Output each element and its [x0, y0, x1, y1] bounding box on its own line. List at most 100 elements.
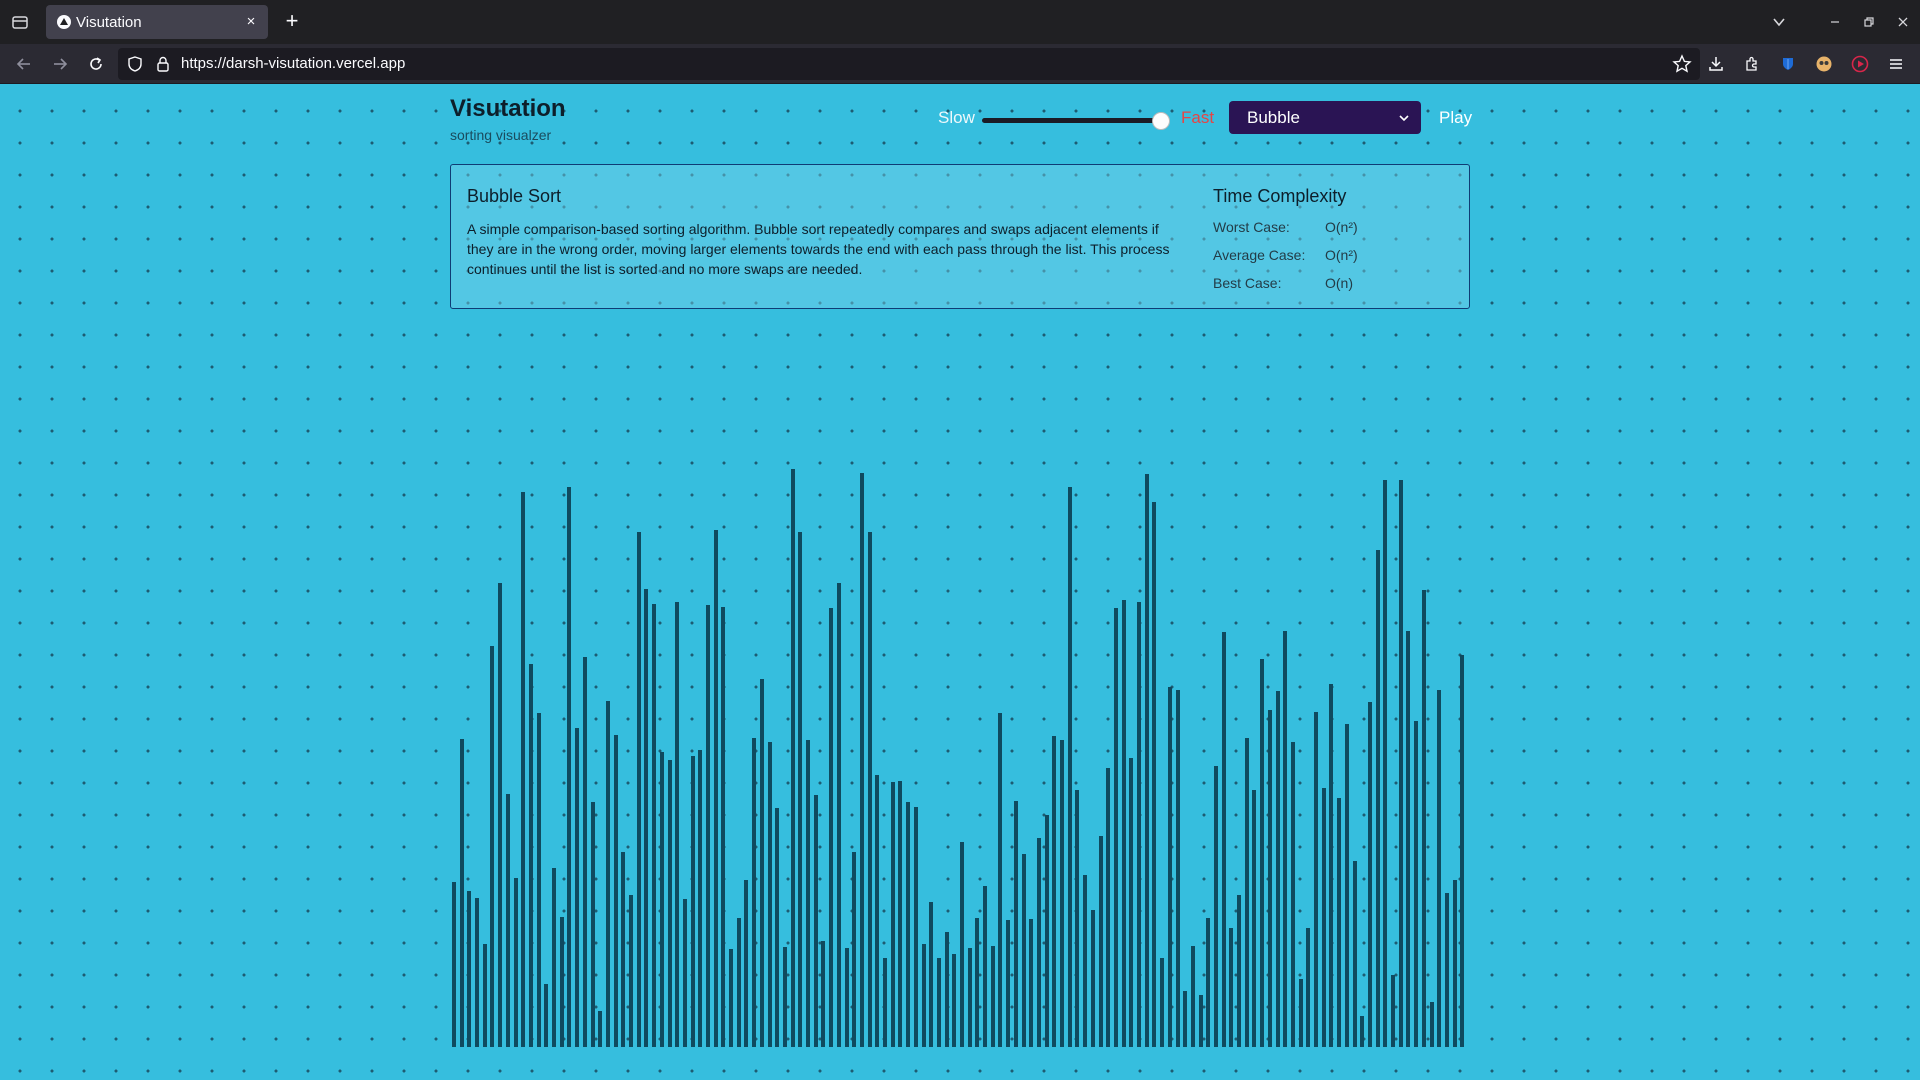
array-bar — [1329, 684, 1334, 1047]
array-bar — [706, 605, 710, 1047]
speed-slider[interactable] — [982, 111, 1170, 131]
tab-list-icon[interactable] — [8, 11, 32, 33]
profile-avatar-icon[interactable] — [1806, 44, 1842, 84]
new-tab-button[interactable]: + — [280, 10, 304, 34]
page-content: Visutation sorting visualzer Slow Fast B… — [0, 85, 1920, 1080]
array-bar — [967, 948, 972, 1047]
algorithm-name: Bubble Sort — [467, 186, 562, 206]
array-bar — [1252, 790, 1257, 1047]
shield-icon[interactable] — [126, 55, 144, 73]
array-bar — [1367, 702, 1372, 1047]
worst-case-label: Worst Case: — [1213, 219, 1290, 235]
array-bar — [682, 899, 687, 1047]
array-bar — [667, 760, 672, 1047]
bitwarden-extension-icon[interactable] — [1770, 44, 1806, 84]
array-bar — [767, 742, 772, 1047]
bookmark-star-icon[interactable] — [1672, 54, 1692, 74]
array-bar — [1306, 928, 1311, 1047]
array-bar — [544, 984, 549, 1047]
array-bar — [1391, 975, 1396, 1047]
array-bar — [1137, 602, 1142, 1047]
best-case-value: O(n) — [1325, 275, 1353, 291]
browser-tab[interactable]: Visutation × — [46, 5, 268, 39]
array-bar — [1444, 893, 1449, 1047]
lock-icon[interactable] — [154, 55, 172, 73]
array-bar — [582, 657, 587, 1047]
array-bar — [890, 782, 895, 1047]
array-bar — [721, 607, 726, 1047]
recording-extension-icon[interactable] — [1842, 44, 1878, 84]
menu-hamburger-icon[interactable] — [1878, 44, 1914, 84]
downloads-icon[interactable] — [1698, 44, 1734, 84]
close-window-icon[interactable] — [1886, 0, 1920, 44]
algorithm-description: A simple comparison-based sorting algori… — [467, 221, 1170, 277]
list-all-tabs-icon[interactable] — [1762, 0, 1796, 44]
array-bar — [598, 1011, 603, 1047]
array-bar — [752, 738, 757, 1047]
average-case-value: O(n²) — [1325, 247, 1358, 263]
array-bar — [567, 487, 572, 1047]
array-bar — [652, 604, 657, 1047]
array-bar — [852, 852, 857, 1047]
minimize-icon[interactable] — [1818, 0, 1852, 44]
array-bar — [1229, 928, 1234, 1047]
array-bar — [983, 886, 988, 1047]
array-bar — [1075, 790, 1080, 1047]
array-bar — [813, 795, 818, 1047]
array-bar — [1044, 815, 1049, 1047]
array-bar — [1144, 474, 1149, 1047]
array-bar — [1352, 861, 1357, 1047]
slider-track[interactable] — [982, 118, 1164, 123]
average-case-label: Average Case: — [1213, 247, 1306, 263]
array-bar — [1036, 838, 1041, 1047]
app-title: Visutation — [450, 95, 566, 122]
slider-thumb[interactable] — [1152, 112, 1170, 130]
browser-tab-bar: Visutation × + — [0, 0, 1920, 44]
array-bar — [1167, 687, 1172, 1047]
array-bar — [1421, 590, 1426, 1047]
array-bar — [1383, 480, 1388, 1047]
forward-arrow-icon[interactable] — [47, 52, 73, 76]
array-bars-visualization — [452, 469, 1468, 1047]
vercel-favicon-icon — [57, 15, 71, 29]
back-arrow-icon[interactable] — [11, 52, 37, 76]
chevron-down-icon[interactable] — [1397, 111, 1411, 125]
array-bar — [528, 664, 533, 1047]
tab-close-icon[interactable]: × — [242, 13, 260, 31]
algorithm-select[interactable]: Bubble — [1229, 101, 1421, 134]
reload-icon[interactable] — [83, 52, 109, 76]
array-bar — [729, 949, 734, 1047]
array-bar — [1344, 724, 1349, 1047]
array-bar — [821, 941, 826, 1047]
array-bar — [975, 918, 980, 1047]
array-bar — [1221, 632, 1226, 1047]
url-text[interactable]: https://darsh-visutation.vercel.app — [181, 55, 405, 72]
play-button[interactable]: Play — [1439, 108, 1472, 128]
array-bar — [1429, 1002, 1434, 1047]
array-bar — [498, 583, 503, 1047]
array-bar — [1029, 919, 1034, 1047]
array-bar — [744, 880, 749, 1047]
array-bar — [467, 891, 472, 1047]
array-bar — [1090, 910, 1095, 1047]
array-bar — [1267, 710, 1272, 1047]
array-bar — [1129, 758, 1134, 1047]
array-bar — [475, 898, 480, 1047]
array-bar — [1406, 631, 1411, 1047]
extensions-puzzle-icon[interactable] — [1734, 44, 1770, 84]
array-bar — [921, 944, 926, 1047]
array-bar — [659, 752, 664, 1047]
algorithm-select-value[interactable]: Bubble — [1247, 108, 1300, 128]
address-bar[interactable]: https://darsh-visutation.vercel.app — [118, 48, 1700, 80]
array-bar — [1452, 880, 1457, 1047]
array-bar — [775, 808, 780, 1047]
array-bar — [644, 589, 649, 1047]
array-bar — [629, 895, 634, 1047]
array-bar — [1113, 608, 1118, 1047]
array-bar — [759, 679, 764, 1047]
array-bar — [1160, 958, 1165, 1047]
array-bar — [521, 492, 526, 1047]
array-bar — [929, 902, 934, 1047]
array-bar — [613, 735, 618, 1047]
restore-icon[interactable] — [1852, 0, 1886, 44]
